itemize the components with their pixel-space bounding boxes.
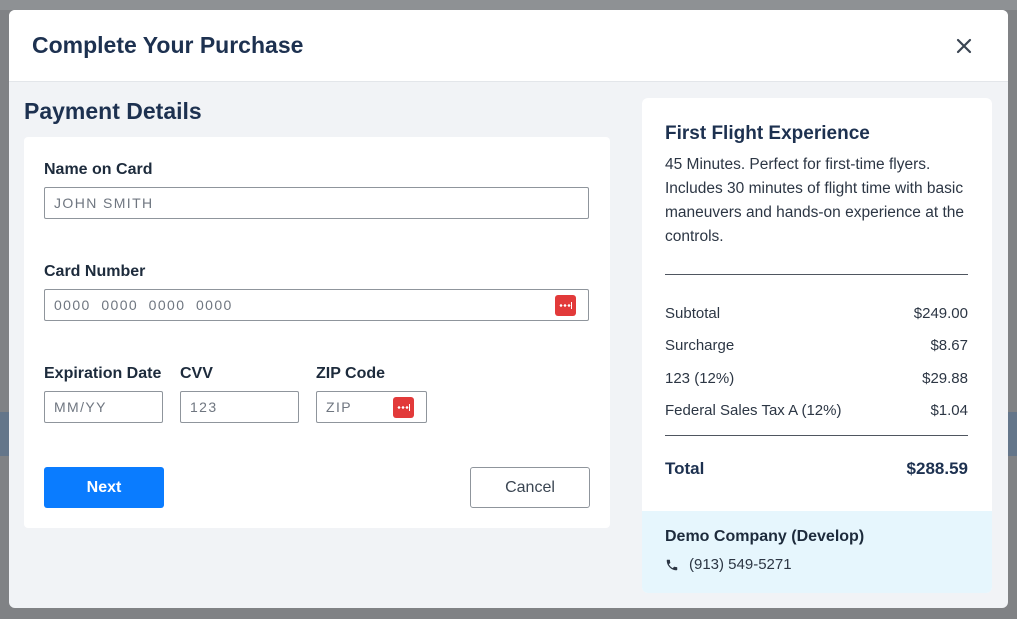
line-item-federal-tax: Federal Sales Tax A (12%) $1.04: [665, 402, 968, 419]
card-number-label: Card Number: [44, 263, 146, 280]
line-item-label: Subtotal: [665, 305, 721, 322]
close-button[interactable]: [950, 32, 978, 60]
card-number-placeholder: 0000 0000 0000 0000: [54, 297, 233, 313]
line-item-label: Federal Sales Tax A (12%): [665, 402, 842, 419]
zip-autofill-icon: [393, 397, 414, 418]
modal-title: Complete Your Purchase: [32, 32, 304, 58]
line-item-amount: $249.00: [913, 305, 968, 322]
total-row: Total $288.59: [665, 459, 968, 479]
backdrop-topbar: [0, 0, 1017, 10]
payment-form: Name on Card JOHN SMITH Card Number 0000…: [24, 137, 610, 528]
modal-header: Complete Your Purchase: [9, 10, 1008, 82]
summary-divider-top: [665, 274, 968, 275]
order-summary: First Flight Experience 45 Minutes. Perf…: [642, 98, 992, 593]
product-title: First Flight Experience: [665, 123, 870, 144]
credit-card-icon: [555, 295, 576, 316]
line-item-surcharge: Surcharge $8.67: [665, 337, 968, 354]
line-item-tax-123: 123 (12%) $29.88: [665, 370, 968, 387]
name-on-card-placeholder: JOHN SMITH: [54, 195, 154, 211]
name-on-card-input[interactable]: JOHN SMITH: [44, 187, 589, 219]
close-icon: [956, 38, 972, 54]
line-item-label: 123 (12%): [665, 370, 735, 387]
total-label: Total: [665, 459, 705, 478]
line-item-amount: $8.67: [930, 337, 968, 354]
expiration-date-label: Expiration Date: [44, 365, 162, 382]
cvv-placeholder: 123: [190, 399, 218, 415]
purchase-modal: Complete Your Purchase Payment Details N…: [9, 10, 1008, 608]
line-item-subtotal: Subtotal $249.00: [665, 305, 968, 322]
total-amount: $288.59: [906, 459, 968, 478]
expiration-date-input[interactable]: MM/YY: [44, 391, 163, 423]
zip-code-label: ZIP Code: [316, 365, 386, 382]
zip-code-placeholder: ZIP: [326, 399, 352, 415]
next-button[interactable]: Next: [44, 467, 164, 508]
cancel-button[interactable]: Cancel: [470, 467, 590, 508]
card-number-input[interactable]: 0000 0000 0000 0000: [44, 289, 589, 321]
cvv-input[interactable]: 123: [180, 391, 299, 423]
line-item-label: Surcharge: [665, 337, 735, 354]
payment-details-title: Payment Details: [24, 98, 202, 124]
line-item-amount: $1.04: [930, 402, 968, 419]
name-on-card-label: Name on Card: [44, 161, 153, 178]
company-name: Demo Company (Develop): [665, 528, 865, 545]
expiration-date-placeholder: MM/YY: [54, 399, 107, 415]
product-description: 45 Minutes. Perfect for first-time flyer…: [665, 156, 965, 245]
company-info: Demo Company (Develop) (913) 549-5271: [642, 511, 992, 593]
company-phone: (913) 549-5271: [689, 556, 792, 573]
cvv-label: CVV: [180, 365, 213, 382]
line-item-amount: $29.88: [922, 370, 968, 387]
phone-icon: [666, 559, 678, 571]
summary-divider-bottom: [665, 435, 968, 436]
